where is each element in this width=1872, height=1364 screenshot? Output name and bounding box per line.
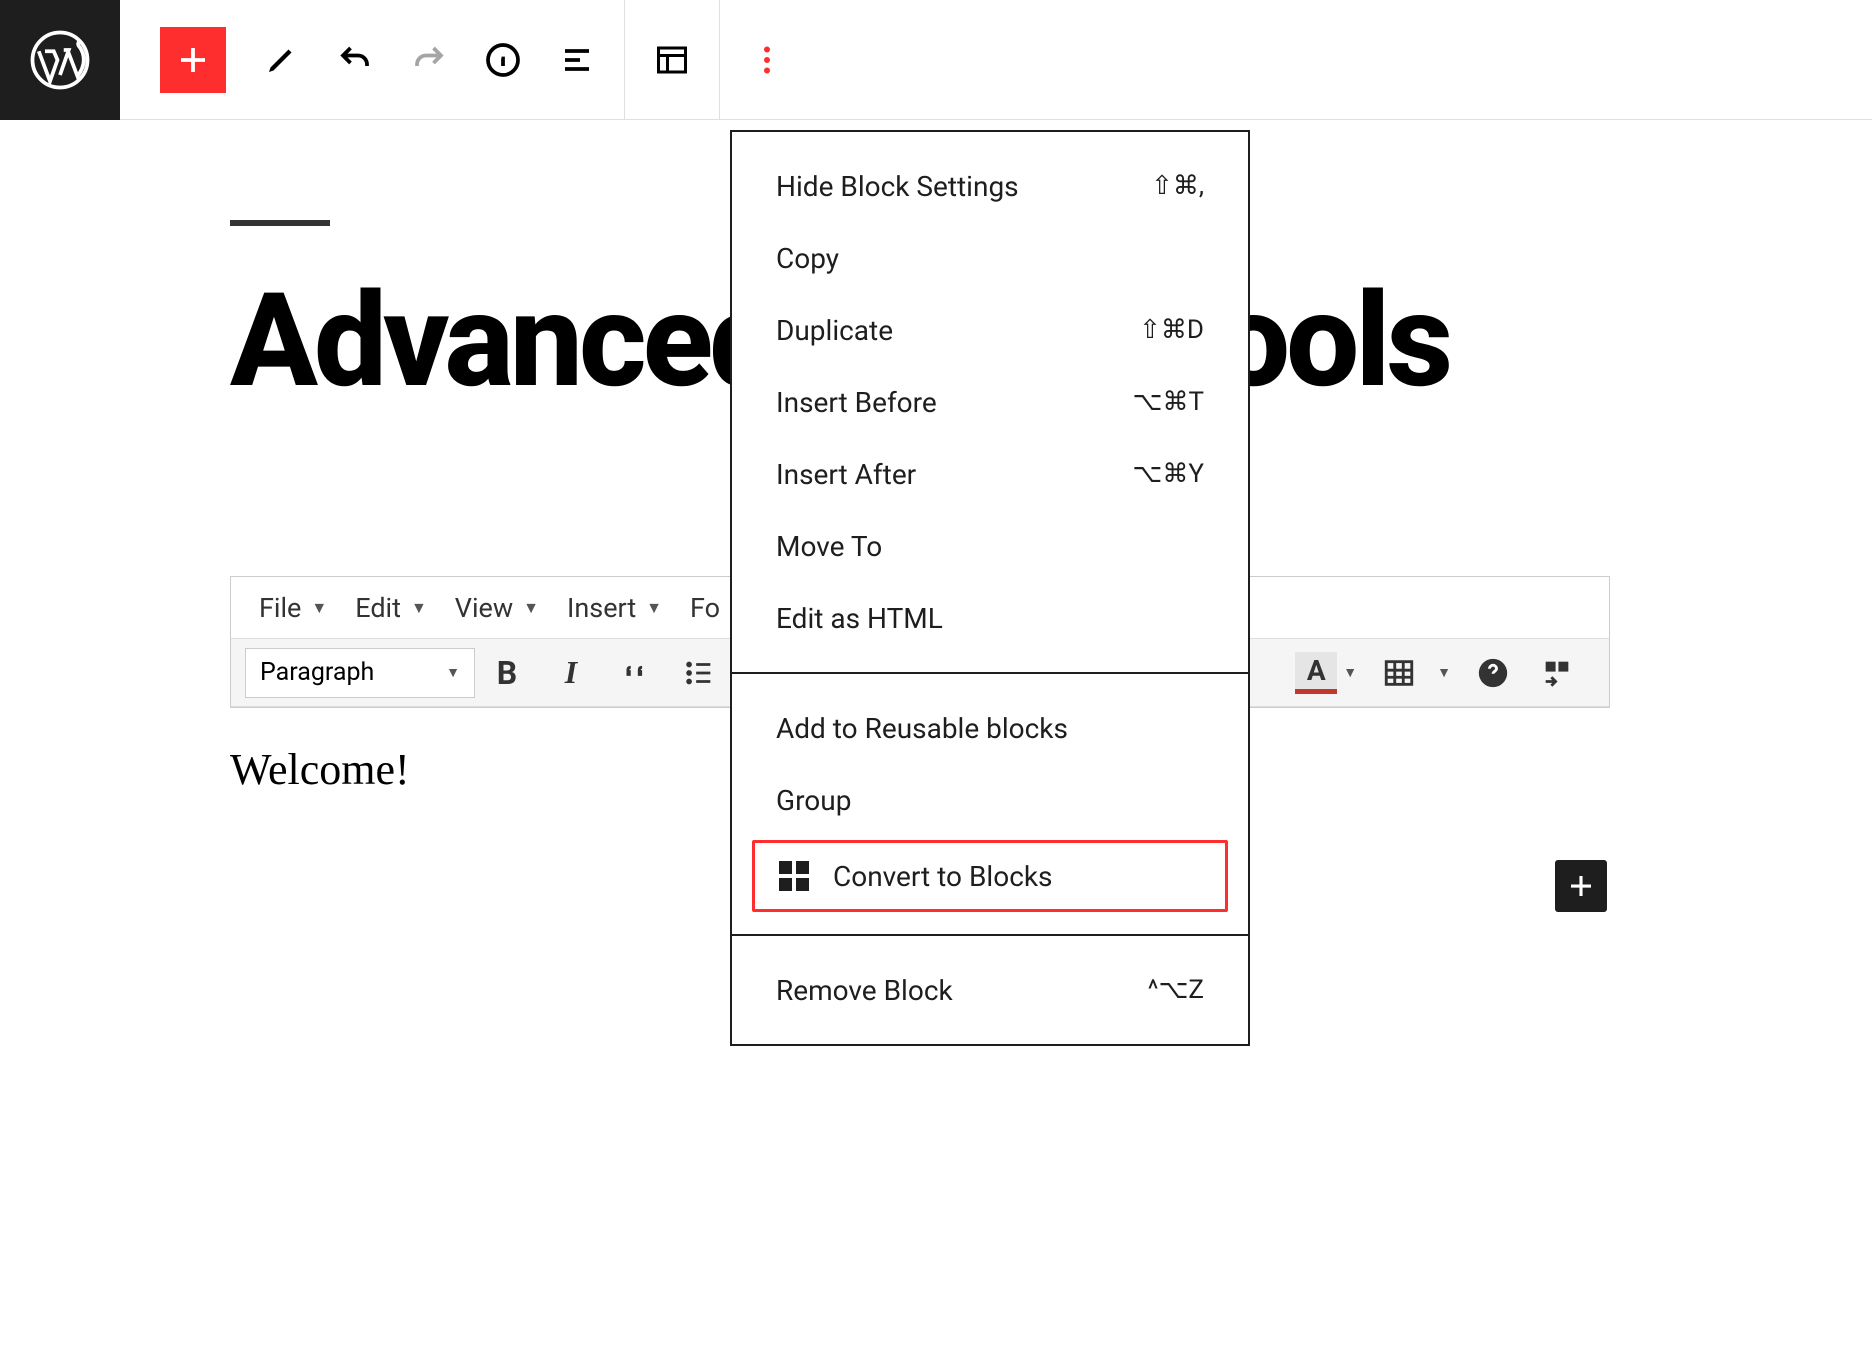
chevron-down-icon[interactable]: ▼ xyxy=(1437,664,1451,681)
chevron-down-icon: ▼ xyxy=(523,598,539,618)
text-color-button[interactable]: A xyxy=(1295,652,1337,694)
menu-item-label: Edit as HTML xyxy=(776,602,943,635)
menu-view[interactable]: View ▼ xyxy=(441,592,553,624)
menu-item-move-to[interactable]: Move To xyxy=(732,510,1248,582)
menu-item-shortcut: ⌥⌘Y xyxy=(1132,459,1204,489)
dropdown-section: Add to Reusable blocks Group Convert to … xyxy=(732,672,1248,934)
menu-item-convert-to-blocks[interactable]: Convert to Blocks xyxy=(752,840,1228,912)
menu-item-shortcut: ^⌥Z xyxy=(1148,975,1204,1005)
select-label: Paragraph xyxy=(260,658,374,687)
menu-item-label: Group xyxy=(776,784,851,817)
paragraph-format-select[interactable]: Paragraph ▼ xyxy=(245,648,475,698)
menu-item-label: Remove Block xyxy=(776,974,953,1007)
menu-item-duplicate[interactable]: Duplicate ⇧⌘D xyxy=(732,294,1248,366)
menu-item-shortcut: ⇧⌘, xyxy=(1151,171,1204,201)
block-options-dropdown: Hide Block Settings ⇧⌘, Copy Duplicate ⇧⌘D… xyxy=(730,130,1250,1046)
menu-item-insert-after[interactable]: Insert After ⌥⌘Y xyxy=(732,438,1248,510)
title-rule xyxy=(230,220,330,226)
floating-add-block-button[interactable] xyxy=(1555,860,1607,912)
bullet-list-button[interactable] xyxy=(671,645,727,701)
menu-label: Insert xyxy=(567,592,636,624)
chevron-down-icon: ▼ xyxy=(411,598,427,618)
menu-item-shortcut: ⇧⌘D xyxy=(1139,315,1204,345)
menu-label: Edit xyxy=(355,592,401,624)
menu-edit[interactable]: Edit ▼ xyxy=(341,592,441,624)
menu-item-label: Copy xyxy=(776,242,839,275)
wordpress-logo[interactable] xyxy=(0,0,120,120)
menu-item-label: Duplicate xyxy=(776,314,893,347)
menu-item-hide-block-settings[interactable]: Hide Block Settings ⇧⌘, xyxy=(732,150,1248,222)
toolbar-separator xyxy=(719,0,720,120)
outline-button[interactable] xyxy=(542,25,612,95)
help-button[interactable] xyxy=(1465,645,1521,701)
italic-button[interactable]: I xyxy=(543,645,599,701)
toolbar-separator xyxy=(624,0,625,120)
menu-item-label: Add to Reusable blocks xyxy=(776,712,1068,745)
blocks-icon xyxy=(779,861,809,891)
menu-item-label: Insert Before xyxy=(776,386,937,419)
menu-format[interactable]: Fo xyxy=(676,592,734,624)
edit-mode-button[interactable] xyxy=(246,25,316,95)
menu-label: View xyxy=(455,592,513,624)
info-button[interactable] xyxy=(468,25,538,95)
menu-item-remove-block[interactable]: Remove Block ^⌥Z xyxy=(732,954,1248,1026)
redo-button[interactable] xyxy=(394,25,464,95)
menu-item-add-reusable[interactable]: Add to Reusable blocks xyxy=(732,692,1248,764)
menu-file[interactable]: File ▼ xyxy=(245,592,341,624)
chevron-down-icon[interactable]: ▼ xyxy=(1343,664,1357,681)
menu-item-label: Insert After xyxy=(776,458,916,491)
menu-item-group[interactable]: Group xyxy=(732,764,1248,836)
chevron-down-icon: ▼ xyxy=(446,664,460,681)
menu-item-edit-as-html[interactable]: Edit as HTML xyxy=(732,582,1248,654)
more-options-button[interactable] xyxy=(732,25,802,95)
top-toolbar xyxy=(0,0,1872,120)
chevron-down-icon: ▼ xyxy=(646,598,662,618)
bold-button[interactable]: B xyxy=(479,645,535,701)
menu-item-copy[interactable]: Copy xyxy=(732,222,1248,294)
undo-button[interactable] xyxy=(320,25,390,95)
add-block-button[interactable] xyxy=(160,27,226,93)
menu-item-label: Hide Block Settings xyxy=(776,170,1019,203)
toolbar-toggle-button[interactable] xyxy=(1529,645,1585,701)
menu-item-shortcut: ⌥⌘T xyxy=(1133,387,1204,417)
menu-label: Fo xyxy=(690,592,720,624)
blockquote-button[interactable] xyxy=(607,645,663,701)
dropdown-section: Remove Block ^⌥Z xyxy=(732,934,1248,1044)
menu-item-label: Move To xyxy=(776,530,882,563)
table-button[interactable] xyxy=(1371,645,1427,701)
menu-item-label: Convert to Blocks xyxy=(833,860,1053,893)
dropdown-section: Hide Block Settings ⇧⌘, Copy Duplicate ⇧⌘D… xyxy=(732,132,1248,672)
menu-label: File xyxy=(259,592,301,624)
menu-item-insert-before[interactable]: Insert Before ⌥⌘T xyxy=(732,366,1248,438)
chevron-down-icon: ▼ xyxy=(311,598,327,618)
menu-insert[interactable]: Insert ▼ xyxy=(553,592,676,624)
block-type-button[interactable] xyxy=(637,25,707,95)
